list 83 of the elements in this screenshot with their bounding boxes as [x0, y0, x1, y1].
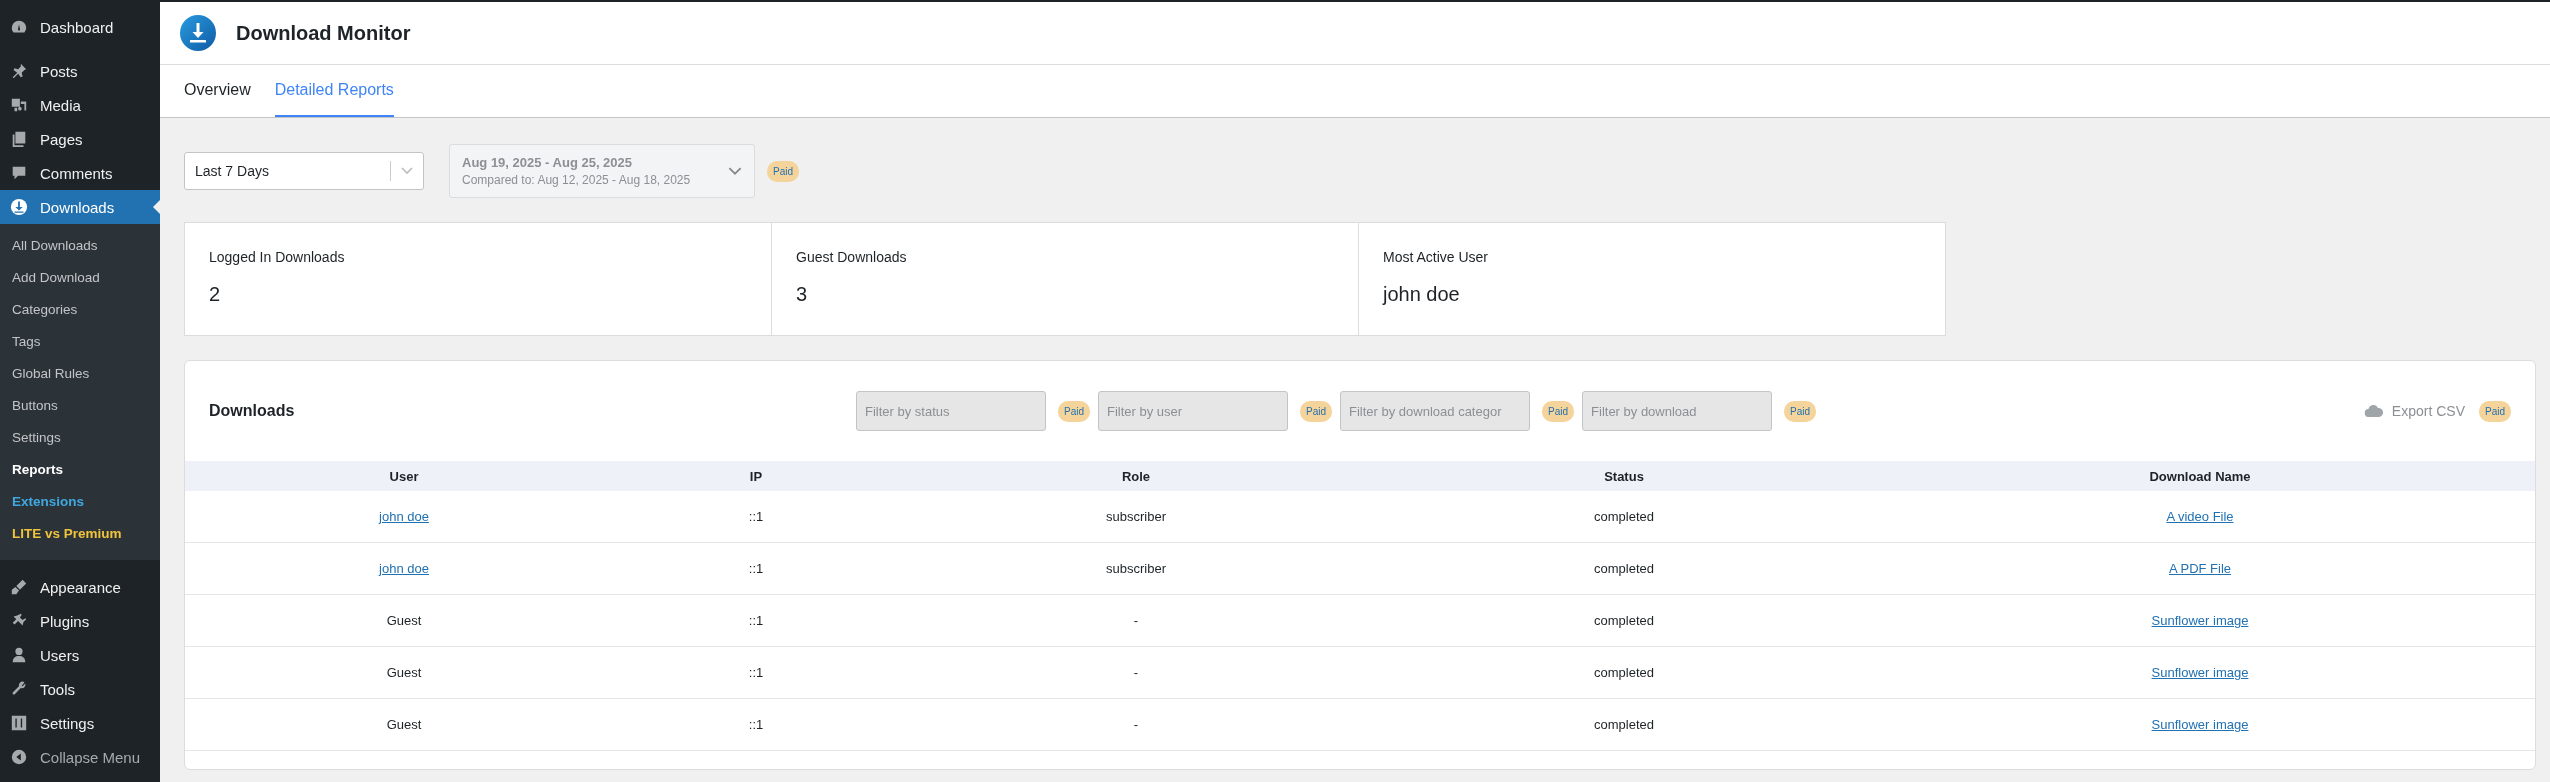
paid-badge: Paid — [1784, 400, 1817, 422]
paid-badge: Paid — [1542, 400, 1575, 422]
sidebar-item[interactable]: Posts — [0, 54, 160, 88]
sidebar-item[interactable]: Dashboard — [0, 10, 160, 44]
sidebar-item[interactable]: Media — [0, 88, 160, 122]
column-header: Status — [1603, 468, 1645, 484]
download-link[interactable]: A video File — [2166, 509, 2234, 524]
table-cell: - — [1133, 717, 1139, 732]
submenu-item[interactable]: Global Rules — [0, 358, 160, 390]
table-cell: ::1 — [748, 561, 764, 576]
media-icon — [10, 96, 28, 114]
submenu-item[interactable]: LITE vs Premium — [0, 518, 160, 550]
paid-badge: Paid — [1300, 400, 1333, 422]
download-link[interactable]: Sunflower image — [2151, 613, 2249, 628]
tab[interactable]: Detailed Reports — [274, 65, 394, 117]
sidebar-item[interactable]: Tools — [0, 672, 160, 706]
table-cell: completed — [1594, 717, 1654, 732]
submenu-item[interactable]: All Downloads — [0, 230, 160, 262]
table-cell: ::1 — [748, 665, 764, 680]
table-cell: - — [1133, 665, 1139, 680]
stat-value: 2 — [209, 283, 222, 306]
table-cell: ::1 — [748, 717, 764, 732]
sidebar-item[interactable]: Settings — [0, 706, 160, 740]
sidebar-item[interactable]: Plugins — [0, 604, 160, 638]
table-cell: - — [1133, 613, 1139, 628]
column-header: IP — [748, 468, 764, 484]
stat-label: Logged In Downloads — [209, 249, 346, 265]
submenu-item[interactable]: Categories — [0, 294, 160, 326]
page-title: Download Monitor — [236, 21, 411, 45]
compared-range: Compared to: Aug 12, 2025 - Aug 18, 2025 — [462, 173, 692, 187]
download-icon — [10, 198, 28, 216]
table-cell: Guest — [386, 665, 422, 680]
submenu-item[interactable]: Add Download — [0, 262, 160, 294]
stat-value: 3 — [796, 283, 809, 306]
cloud-icon — [2363, 405, 2384, 417]
table-cell: ::1 — [748, 509, 764, 524]
table-cell: subscriber — [1106, 561, 1166, 576]
user-link[interactable]: john doe — [379, 509, 429, 524]
chevron-down-icon — [401, 167, 413, 175]
chevron-down-icon — [728, 166, 742, 176]
sidebar-item[interactable]: Pages — [0, 122, 160, 156]
user-icon — [10, 646, 28, 664]
brush-icon — [10, 578, 28, 596]
table-cell: Guest — [386, 717, 422, 732]
stat-label: Most Active User — [1383, 249, 1490, 265]
download-logo-icon — [180, 15, 216, 51]
sidebar-item[interactable]: Collapse Menu — [0, 740, 160, 774]
stat-label: Guest Downloads — [796, 249, 908, 265]
pin-icon — [10, 62, 28, 80]
date-range: Aug 19, 2025 - Aug 25, 2025 — [462, 155, 634, 170]
table-cell: Guest — [386, 613, 422, 628]
table-cell: ::1 — [748, 613, 764, 628]
column-header: User — [388, 468, 420, 484]
table-cell: completed — [1594, 613, 1654, 628]
column-header: Role — [1120, 468, 1152, 484]
card-title: Downloads — [209, 402, 296, 420]
download-link[interactable]: Sunflower image — [2151, 665, 2249, 680]
collapse-icon — [10, 748, 28, 766]
paid-badge: Paid — [767, 160, 799, 182]
table-cell: subscriber — [1106, 509, 1166, 524]
download-link[interactable]: A PDF File — [2168, 561, 2232, 576]
download-link[interactable]: Sunflower image — [2151, 717, 2249, 732]
stat-value: john doe — [1383, 283, 1461, 306]
pages-icon — [10, 130, 28, 148]
table-cell: completed — [1594, 665, 1654, 680]
submenu-item[interactable]: Reports — [0, 454, 160, 486]
tab[interactable]: Overview — [184, 65, 251, 117]
table-cell: completed — [1594, 509, 1654, 524]
sidebar-item[interactable]: Downloads — [0, 190, 160, 224]
submenu-item[interactable]: Extensions — [0, 486, 160, 518]
submenu-item[interactable]: Settings — [0, 422, 160, 454]
paid-badge: Paid — [2479, 400, 2511, 422]
table-cell: completed — [1594, 561, 1654, 576]
submenu-item[interactable]: Buttons — [0, 390, 160, 422]
column-header: Download Name — [2148, 468, 2252, 484]
sidebar-item[interactable]: Comments — [0, 156, 160, 190]
period-select[interactable]: Last 7 Days — [184, 152, 424, 190]
paid-badge: Paid — [1058, 400, 1090, 422]
sidebar-item[interactable]: Users — [0, 638, 160, 672]
user-link[interactable]: john doe — [379, 561, 429, 576]
submenu-item[interactable]: Tags — [0, 326, 160, 358]
sidebar-item[interactable]: Appearance — [0, 570, 160, 604]
sliders-icon — [10, 714, 28, 732]
